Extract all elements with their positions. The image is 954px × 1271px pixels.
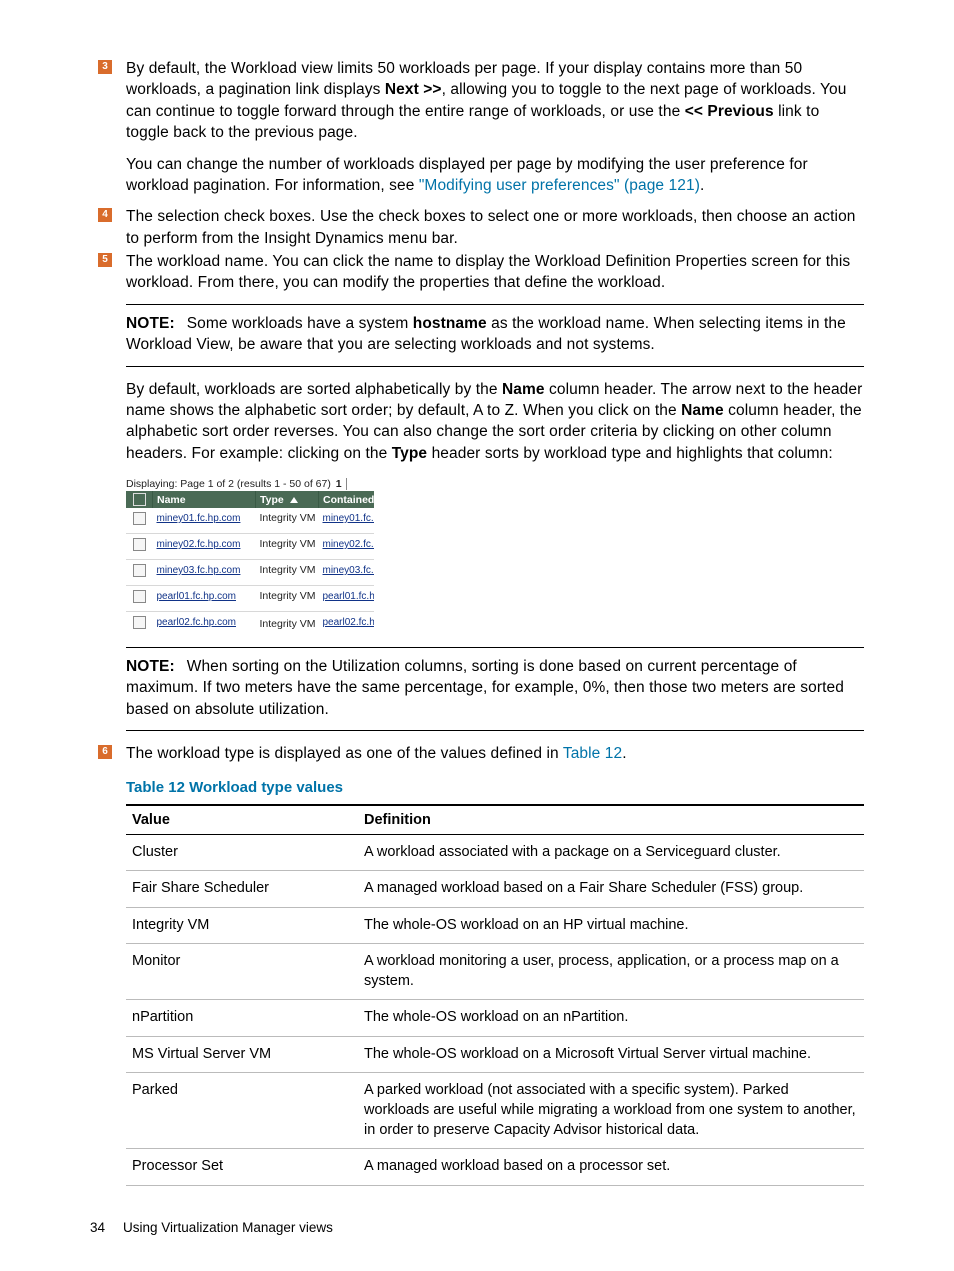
bold-previous: << Previous bbox=[685, 103, 774, 120]
divider bbox=[126, 647, 864, 648]
definition-cell: The whole-OS workload on an nPartition. bbox=[358, 1000, 864, 1037]
divider bbox=[126, 366, 864, 367]
paragraph: The selection check boxes. Use the check… bbox=[126, 206, 864, 249]
definition-cell: The whole-OS workload on an HP virtual m… bbox=[358, 907, 864, 944]
sort-arrow-icon bbox=[290, 497, 298, 503]
content-column: 3 By default, the Workload view limits 5… bbox=[126, 58, 864, 1186]
workload-name-link[interactable]: miney02.fc.hp.com bbox=[157, 539, 241, 550]
callout-4: 4 The selection check boxes. Use the che… bbox=[98, 206, 864, 249]
callout-badge-3: 3 bbox=[98, 60, 112, 74]
table-row: ParkedA parked workload (not associated … bbox=[126, 1073, 864, 1149]
workload-screenshot: Displaying: Page 1 of 2 (results 1 - 50 … bbox=[126, 478, 374, 629]
contained-link[interactable]: miney02.fc.hp. bbox=[323, 539, 375, 550]
workload-name-link[interactable]: pearl02.fc.hp.com bbox=[157, 617, 237, 628]
page: 3 By default, the Workload view limits 5… bbox=[0, 0, 954, 1271]
note-block: NOTE:When sorting on the Utilization col… bbox=[126, 656, 864, 720]
paragraph: The workload name. You can click the nam… bbox=[126, 251, 864, 294]
paragraph: The workload type is displayed as one of… bbox=[126, 743, 864, 764]
callout-badge-6: 6 bbox=[98, 745, 112, 759]
row-checkbox[interactable] bbox=[133, 616, 146, 629]
definition-cell: A workload monitoring a user, process, a… bbox=[358, 944, 864, 1000]
contained-link[interactable]: pearl01.fc.hp.c bbox=[323, 591, 375, 602]
select-all-header[interactable] bbox=[126, 491, 153, 508]
column-header-type[interactable]: Type bbox=[256, 491, 319, 508]
workload-pagination-caption: Displaying: Page 1 of 2 (results 1 - 50 … bbox=[126, 478, 374, 491]
row-checkbox[interactable] bbox=[133, 564, 146, 577]
table-row: miney01.fc.hp.com Integrity VM miney01.f… bbox=[126, 508, 374, 534]
note-label: NOTE: bbox=[126, 315, 175, 332]
workload-name-link[interactable]: miney03.fc.hp.com bbox=[157, 565, 241, 576]
bold-next: Next >> bbox=[385, 81, 442, 98]
value-cell: Integrity VM bbox=[126, 907, 358, 944]
table-row: MonitorA workload monitoring a user, pro… bbox=[126, 944, 864, 1000]
table-12-title: Table 12 Workload type values bbox=[126, 779, 864, 796]
paragraph: You can change the number of workloads d… bbox=[126, 154, 864, 197]
workload-type: Integrity VM bbox=[260, 564, 316, 576]
row-checkbox[interactable] bbox=[133, 538, 146, 551]
row-checkbox[interactable] bbox=[133, 512, 146, 525]
page-number: 34 bbox=[90, 1220, 105, 1235]
callout-3: 3 By default, the Workload view limits 5… bbox=[98, 58, 864, 196]
table-row: Processor SetA managed workload based on… bbox=[126, 1149, 864, 1186]
bold-hostname: hostname bbox=[413, 315, 487, 332]
definition-cell: A managed workload based on a Fair Share… bbox=[358, 871, 864, 908]
table-row: Fair Share SchedulerA managed workload b… bbox=[126, 871, 864, 908]
paragraph: By default, the Workload view limits 50 … bbox=[126, 58, 864, 144]
column-header-contained[interactable]: Contained I bbox=[319, 491, 375, 508]
contained-link[interactable]: miney01.fc.hp. bbox=[323, 513, 375, 524]
table-12: Value Definition ClusterA workload assoc… bbox=[126, 804, 864, 1186]
paragraph: By default, workloads are sorted alphabe… bbox=[126, 379, 864, 465]
value-cell: Parked bbox=[126, 1073, 358, 1149]
callout-badge-4: 4 bbox=[98, 208, 112, 222]
note-label: NOTE: bbox=[126, 658, 175, 675]
table-row: miney03.fc.hp.com Integrity VM miney03.f… bbox=[126, 560, 374, 586]
contained-link[interactable]: miney03.fc.hp. bbox=[323, 565, 375, 576]
page-number: 1 bbox=[334, 478, 347, 490]
workload-type: Integrity VM bbox=[260, 619, 316, 629]
workload-name-link[interactable]: miney01.fc.hp.com bbox=[157, 513, 241, 524]
workload-type: Integrity VM bbox=[260, 538, 316, 550]
table-row: nPartitionThe whole-OS workload on an nP… bbox=[126, 1000, 864, 1037]
callout-badge-5: 5 bbox=[98, 253, 112, 267]
workload-type: Integrity VM bbox=[260, 512, 316, 524]
page-footer: 34 Using Virtualization Manager views bbox=[90, 1220, 333, 1235]
value-cell: nPartition bbox=[126, 1000, 358, 1037]
table-row: miney02.fc.hp.com Integrity VM miney02.f… bbox=[126, 534, 374, 560]
value-cell: MS Virtual Server VM bbox=[126, 1036, 358, 1073]
link-modifying-user-preferences[interactable]: "Modifying user preferences" (page 121) bbox=[419, 177, 700, 194]
note-block: NOTE:Some workloads have a system hostna… bbox=[126, 313, 864, 356]
divider bbox=[126, 304, 864, 305]
table-row: pearl02.fc.hp.com Integrity VM pearl02.f… bbox=[126, 612, 374, 630]
table-row: pearl01.fc.hp.com Integrity VM pearl01.f… bbox=[126, 586, 374, 612]
definition-cell: A managed workload based on a processor … bbox=[358, 1149, 864, 1186]
callout-5: 5 The workload name. You can click the n… bbox=[98, 251, 864, 294]
note-text: NOTE:Some workloads have a system hostna… bbox=[126, 313, 864, 356]
column-header-value: Value bbox=[126, 805, 358, 835]
divider bbox=[126, 730, 864, 731]
table-row: ClusterA workload associated with a pack… bbox=[126, 834, 864, 871]
column-header-name[interactable]: Name bbox=[153, 491, 256, 508]
contained-link[interactable]: pearl02.fc.hp.c bbox=[323, 617, 375, 628]
workload-name-link[interactable]: pearl01.fc.hp.com bbox=[157, 591, 237, 602]
definition-cell: The whole-OS workload on a Microsoft Vir… bbox=[358, 1036, 864, 1073]
definition-cell: A workload associated with a package on … bbox=[358, 834, 864, 871]
table-row: Integrity VMThe whole-OS workload on an … bbox=[126, 907, 864, 944]
definition-cell: A parked workload (not associated with a… bbox=[358, 1073, 864, 1149]
value-cell: Processor Set bbox=[126, 1149, 358, 1186]
callout-6: 6 The workload type is displayed as one … bbox=[98, 743, 864, 1186]
row-checkbox[interactable] bbox=[133, 590, 146, 603]
value-cell: Cluster bbox=[126, 834, 358, 871]
value-cell: Fair Share Scheduler bbox=[126, 871, 358, 908]
workload-table: Name Type Contained I miney01.fc.hp.com … bbox=[126, 491, 374, 629]
column-header-definition: Definition bbox=[358, 805, 864, 835]
link-table-12[interactable]: Table 12 bbox=[563, 745, 622, 762]
note-text: NOTE:When sorting on the Utilization col… bbox=[126, 656, 864, 720]
table-row: MS Virtual Server VMThe whole-OS workloa… bbox=[126, 1036, 864, 1073]
footer-title: Using Virtualization Manager views bbox=[123, 1220, 333, 1235]
value-cell: Monitor bbox=[126, 944, 358, 1000]
workload-type: Integrity VM bbox=[260, 590, 316, 602]
